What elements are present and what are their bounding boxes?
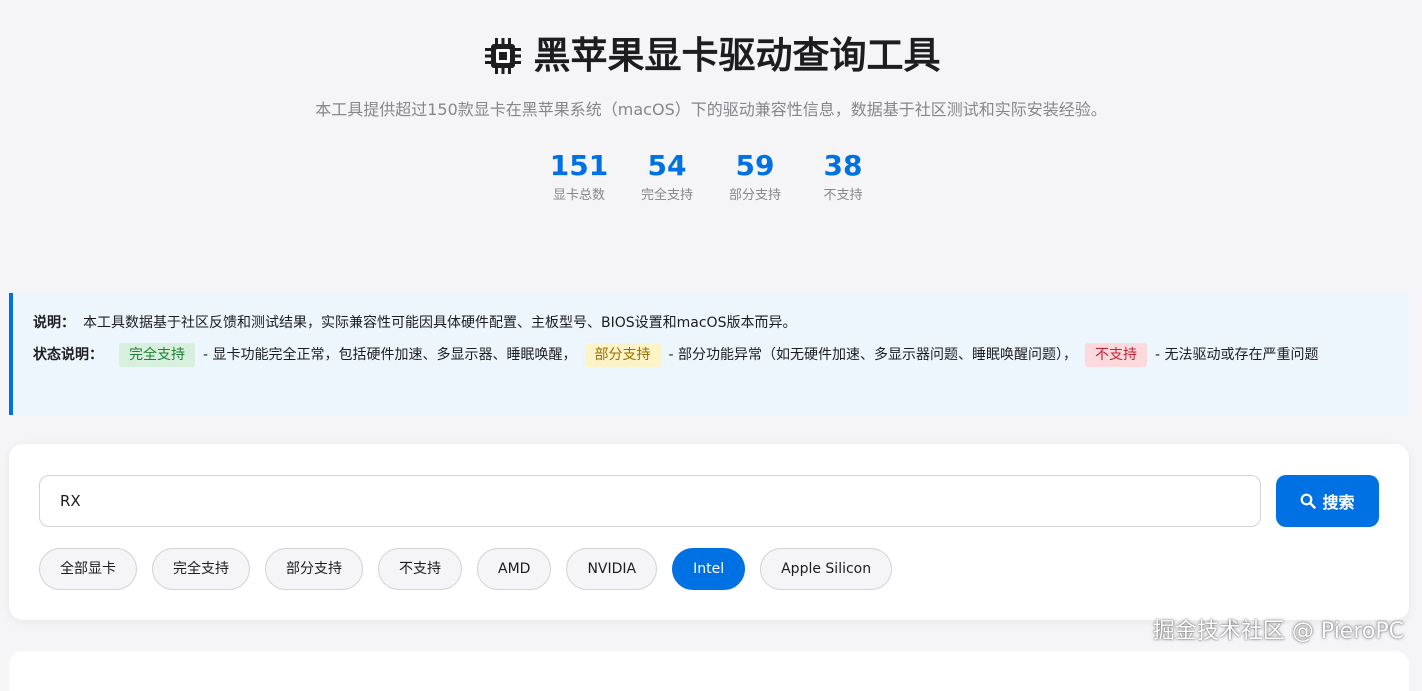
info-notice: 说明： 本工具数据基于社区反馈和测试结果，实际兼容性可能因具体硬件配置、主板型号、… (9, 293, 1409, 415)
stat-total: 151 显卡总数 (535, 149, 623, 205)
partial-support-desc: - 部分功能异常（如无硬件加速、多显示器问题、睡眠唤醒问题）， (668, 347, 1078, 363)
filter-intel[interactable]: Intel (672, 548, 746, 590)
search-button-label: 搜索 (1322, 493, 1355, 512)
stat-unsupported: 38 不支持 (799, 149, 887, 205)
filter-full-support[interactable]: 完全支持 (152, 548, 250, 590)
notice-label: 说明： (33, 315, 75, 331)
partial-support-tag: 部分支持 (584, 343, 661, 367)
page-subtitle: 本工具提供超过150款显卡在黑苹果系统（macOS）下的驱动兼容性信息，数据基于… (315, 100, 1107, 119)
filter-nvidia[interactable]: NVIDIA (566, 548, 658, 590)
stat-value: 54 (647, 149, 687, 182)
filter-partial-support[interactable]: 部分支持 (265, 548, 363, 590)
search-icon (1301, 493, 1317, 509)
status-legend: 状态说明： 完全支持 - 显卡功能完全正常，包括硬件加速、多显示器、睡眠唤醒， 部分支… (33, 343, 1389, 367)
stats-bar: 151 显卡总数 54 完全支持 59 部分支持 38 不支持 (0, 149, 1422, 205)
filter-all[interactable]: 全部显卡 (39, 548, 137, 590)
notice-text: 本工具数据基于社区反馈和测试结果，实际兼容性可能因具体硬件配置、主板型号、BIO… (83, 315, 797, 331)
watermark: 掘金技术社区 @ PieroPC (1152, 619, 1404, 644)
search-input[interactable] (39, 475, 1261, 527)
results-panel (9, 651, 1409, 691)
full-support-tag: 完全支持 (119, 343, 195, 367)
stat-label: 部分支持 (728, 188, 781, 203)
notice-description: 说明： 本工具数据基于社区反馈和测试结果，实际兼容性可能因具体硬件配置、主板型号、… (33, 311, 1389, 335)
filter-apple-silicon[interactable]: Apple Silicon (760, 548, 893, 590)
stat-full-support: 54 完全支持 (623, 149, 711, 205)
full-support-desc: - 显卡功能完全正常，包括硬件加速、多显示器、睡眠唤醒， (203, 347, 577, 363)
stat-value: 151 (549, 149, 609, 182)
page-title: 黑苹果显卡驱动查询工具 (482, 30, 941, 82)
page-header: 黑苹果显卡驱动查询工具 本工具提供超过150款显卡在黑苹果系统（macOS）下的… (0, 0, 1422, 205)
search-panel: 搜索 全部显卡 完全支持 部分支持 不支持 AMD NVIDIA Intel A… (9, 444, 1409, 620)
filter-amd[interactable]: AMD (477, 548, 552, 590)
stat-label: 显卡总数 (552, 188, 605, 203)
filter-bar: 全部显卡 完全支持 部分支持 不支持 AMD NVIDIA Intel Appl… (39, 548, 893, 590)
stat-label: 完全支持 (640, 188, 693, 203)
status-legend-label: 状态说明： (33, 347, 103, 363)
page-title-text: 黑苹果显卡驱动查询工具 (533, 34, 941, 77)
stat-value: 59 (735, 149, 775, 182)
chip-icon (484, 38, 521, 74)
stat-partial-support: 59 部分支持 (711, 149, 799, 205)
filter-unsupported[interactable]: 不支持 (378, 548, 462, 590)
unsupported-tag: 不支持 (1085, 343, 1148, 367)
stat-value: 38 (823, 149, 863, 182)
unsupported-desc: - 无法驱动或存在严重问题 (1155, 347, 1319, 363)
stat-label: 不支持 (823, 188, 863, 203)
search-button[interactable]: 搜索 (1276, 475, 1379, 527)
